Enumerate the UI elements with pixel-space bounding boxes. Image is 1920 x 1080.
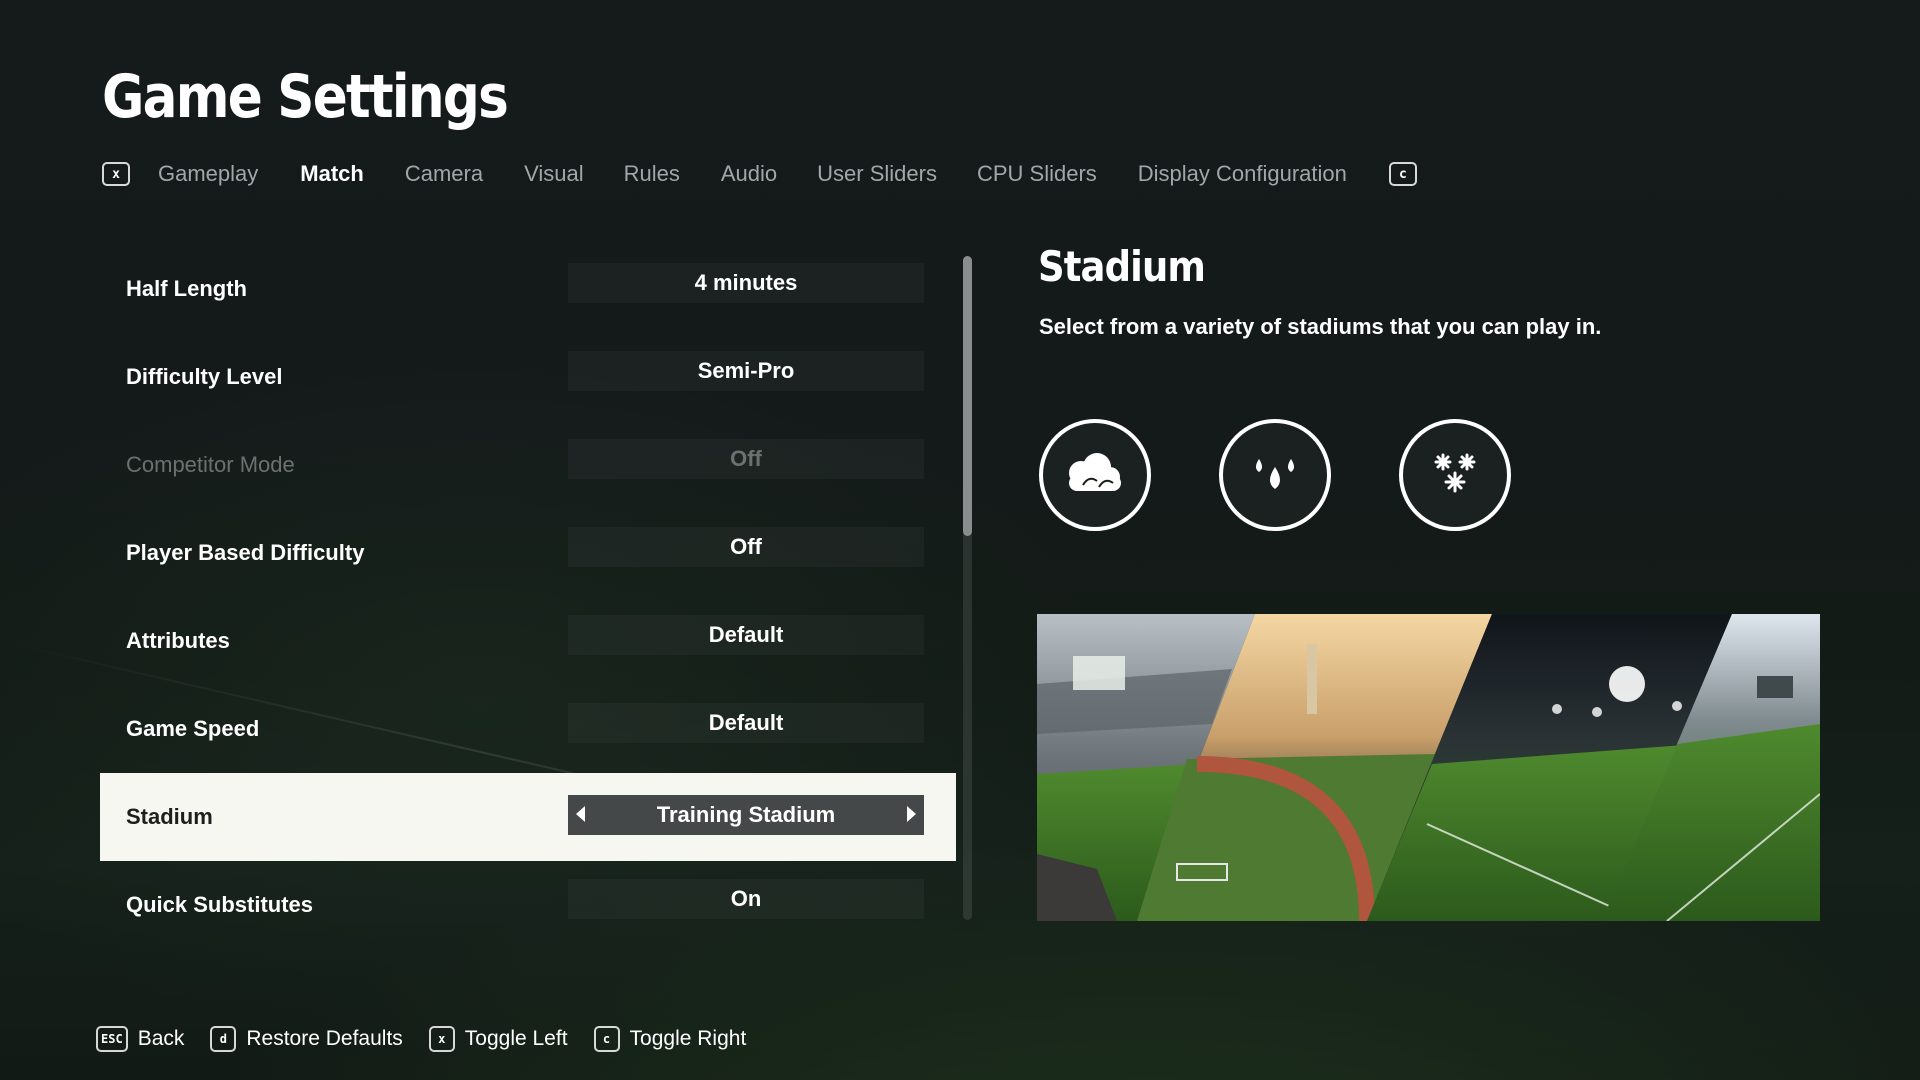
toggle-left-button-label[interactable]: Toggle Left — [465, 1027, 568, 1051]
rain-weather-icon[interactable] — [1219, 419, 1331, 531]
setting-value[interactable]: Default — [568, 615, 924, 655]
footer-button-hints: ESC Back d Restore Defaults x Toggle Lef… — [96, 1024, 772, 1054]
setting-value[interactable]: On — [568, 879, 924, 919]
page-title: Game Settings — [102, 62, 509, 132]
d-key-hint[interactable]: d — [210, 1026, 237, 1052]
tab-audio[interactable]: Audio — [721, 161, 777, 187]
toggle-right-button-label[interactable]: Toggle Right — [630, 1027, 747, 1051]
stadium-value-selector[interactable]: Training Stadium — [568, 795, 924, 835]
tab-prev-key-hint[interactable]: x — [102, 162, 130, 186]
settings-scrollbar[interactable] — [963, 256, 972, 920]
tab-next-key-hint[interactable]: c — [1388, 162, 1417, 186]
cloudy-weather-icon[interactable] — [1039, 419, 1151, 531]
arrow-left-icon[interactable] — [576, 806, 585, 822]
x-key-hint[interactable]: x — [428, 1026, 455, 1052]
tab-gameplay[interactable]: Gameplay — [158, 161, 258, 187]
tab-match[interactable]: Match — [300, 161, 364, 187]
setting-row-quick-substitutes[interactable]: Quick Substitutes On — [100, 861, 956, 949]
tab-cpu-sliders[interactable]: CPU Sliders — [977, 161, 1097, 187]
scrollbar-thumb[interactable] — [963, 256, 972, 536]
stadium-preview-image — [1037, 614, 1820, 921]
tab-display-configuration[interactable]: Display Configuration — [1138, 161, 1347, 187]
setting-value[interactable]: 4 minutes — [568, 263, 924, 303]
tab-visual[interactable]: Visual — [524, 161, 584, 187]
setting-row-difficulty-level[interactable]: Difficulty Level Semi-Pro — [100, 333, 956, 421]
settings-tab-bar: x Gameplay Match Camera Visual Rules Aud… — [102, 158, 1417, 190]
setting-value[interactable]: Semi-Pro — [568, 351, 924, 391]
setting-label: Half Length — [126, 276, 247, 301]
setting-row-half-length[interactable]: Half Length 4 minutes — [100, 245, 956, 333]
tab-camera[interactable]: Camera — [405, 161, 483, 187]
c-key-hint[interactable]: c — [593, 1026, 620, 1052]
setting-label: Player Based Difficulty — [126, 540, 365, 565]
detail-description: Select from a variety of stadiums that y… — [1039, 314, 1602, 339]
snow-weather-icon[interactable] — [1399, 419, 1511, 531]
setting-row-player-based-difficulty[interactable]: Player Based Difficulty Off — [100, 509, 956, 597]
setting-label: Quick Substitutes — [126, 892, 314, 917]
back-button-label[interactable]: Back — [138, 1027, 185, 1051]
setting-value: Training Stadium — [656, 802, 836, 827]
detail-title: Stadium — [1038, 242, 1206, 291]
setting-value[interactable]: Default — [568, 703, 924, 743]
tab-user-sliders[interactable]: User Sliders — [817, 161, 937, 187]
setting-row-game-speed[interactable]: Game Speed Default — [100, 685, 956, 773]
setting-value[interactable]: Off — [568, 527, 924, 567]
settings-list: Half Length 4 minutes Difficulty Level S… — [100, 245, 956, 949]
esc-key-hint[interactable]: ESC — [96, 1026, 128, 1052]
arrow-right-icon[interactable] — [907, 806, 916, 822]
setting-label: Difficulty Level — [126, 364, 283, 389]
setting-label: Competitor Mode — [126, 452, 295, 477]
setting-label: Attributes — [126, 628, 230, 653]
setting-label: Stadium — [126, 804, 213, 829]
setting-label: Game Speed — [126, 716, 260, 741]
setting-row-attributes[interactable]: Attributes Default — [100, 597, 956, 685]
setting-value: Off — [568, 439, 924, 479]
setting-row-stadium[interactable]: Stadium Training Stadium — [100, 773, 956, 861]
setting-row-competitor-mode: Competitor Mode Off — [100, 421, 956, 509]
tab-rules[interactable]: Rules — [624, 161, 680, 187]
restore-defaults-button-label[interactable]: Restore Defaults — [246, 1027, 402, 1051]
